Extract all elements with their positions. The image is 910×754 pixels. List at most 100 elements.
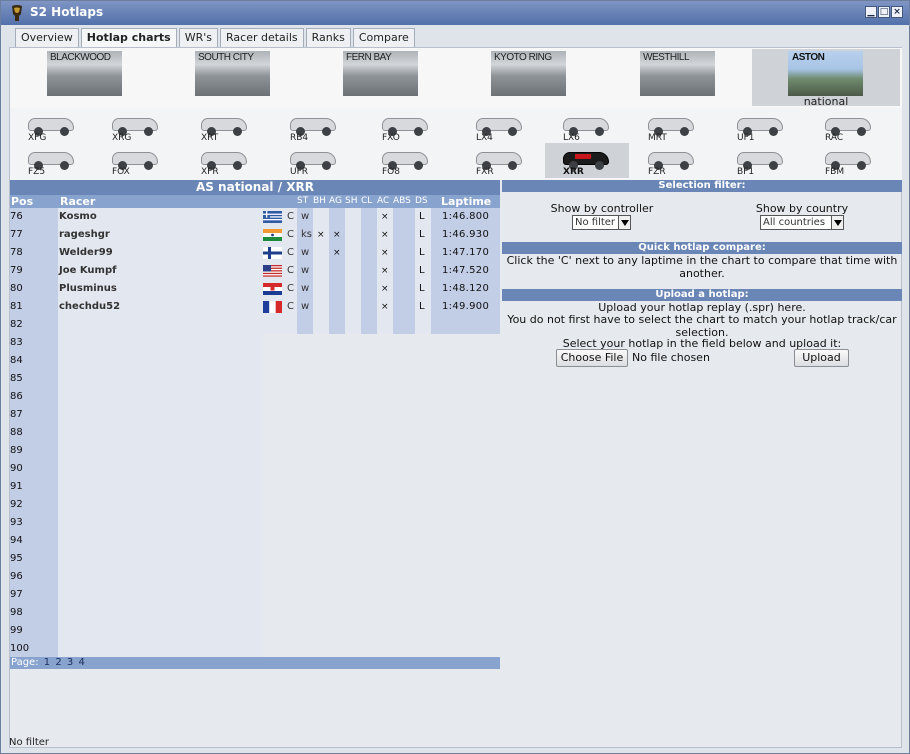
- row-pos: 76: [10, 211, 23, 222]
- main-content: BLACKWOOD SOUTH CITY FERN BAY KYOTO RING…: [9, 47, 902, 748]
- country-filter-select[interactable]: All countries: [760, 215, 844, 230]
- row-racer-link[interactable]: Kosmo: [59, 211, 97, 223]
- page-link-1[interactable]: 1: [44, 657, 50, 668]
- row-pos: 78: [10, 247, 23, 258]
- track-south-city[interactable]: SOUTH CITY: [158, 49, 306, 106]
- table-row: 90: [10, 460, 500, 478]
- car-fbm[interactable]: FBM: [807, 143, 891, 178]
- row-compare-link[interactable]: C: [287, 301, 294, 313]
- car-fxo[interactable]: FXO: [364, 109, 448, 144]
- chevron-down-icon: [618, 216, 630, 229]
- row-steering: w: [301, 283, 310, 294]
- table-row: 98: [10, 604, 500, 622]
- row-compare-link[interactable]: C: [287, 211, 294, 223]
- table-row: 84: [10, 352, 500, 370]
- car-label: UF1: [737, 133, 755, 143]
- car-rb4[interactable]: RB4: [272, 109, 356, 144]
- car-thumbnail: [26, 111, 76, 136]
- tab-racer-details[interactable]: Racer details: [220, 28, 304, 47]
- track-westhill[interactable]: WESTHILL: [603, 49, 751, 106]
- car-bf1[interactable]: BF1: [719, 143, 803, 178]
- table-row: 93: [10, 514, 500, 532]
- page-link-4[interactable]: 4: [78, 657, 84, 668]
- car-thumbnail: [735, 145, 785, 170]
- car-fo8[interactable]: FO8: [364, 143, 448, 178]
- table-row: 86: [10, 388, 500, 406]
- row-racer-link[interactable]: Joe Kumpf: [59, 265, 116, 277]
- tab-compare[interactable]: Compare: [352, 28, 415, 47]
- car-mrt[interactable]: MRT: [630, 109, 714, 144]
- tab-overview[interactable]: Overview: [15, 28, 79, 47]
- car-label: BF1: [737, 167, 755, 177]
- maximize-icon[interactable]: □: [878, 6, 890, 18]
- car-xfr[interactable]: XFR: [183, 143, 267, 178]
- car-fxr[interactable]: FXR: [458, 143, 542, 178]
- track-name: WESTHILL: [643, 52, 690, 63]
- tab-ranks[interactable]: Ranks: [305, 28, 351, 47]
- row-ds: L: [419, 265, 425, 276]
- row-compare-link[interactable]: C: [287, 265, 294, 277]
- table-row: 83: [10, 334, 500, 352]
- car-uf1[interactable]: UF1: [719, 109, 803, 144]
- car-xrg[interactable]: XRG: [94, 109, 178, 144]
- car-label: FBM: [825, 167, 845, 177]
- row-laptime: 1:48.120: [442, 283, 490, 294]
- track-layout-label[interactable]: national: [752, 95, 900, 108]
- tab-hotlap-charts[interactable]: Hotlap charts: [80, 28, 177, 48]
- car-thumbnail: [735, 111, 785, 136]
- row-bh: ×: [317, 230, 325, 240]
- quick-compare-text: Click the 'C' next to any laptime in the…: [506, 254, 898, 280]
- car-fzr[interactable]: FZR: [630, 143, 714, 178]
- track-name: BLACKWOOD: [50, 52, 111, 63]
- row-laptime: 1:49.900: [442, 301, 490, 312]
- minimize-icon[interactable]: ▁: [865, 6, 877, 18]
- track-blackwood[interactable]: BLACKWOOD: [10, 49, 158, 106]
- car-fz5[interactable]: FZ5: [10, 143, 94, 178]
- track-fern-bay[interactable]: FERN BAY: [306, 49, 454, 106]
- car-lx4[interactable]: LX4: [458, 109, 542, 144]
- car-rac[interactable]: RAC: [807, 109, 891, 144]
- car-label: LX4: [476, 133, 493, 143]
- upload-button[interactable]: Upload: [794, 349, 849, 367]
- header-ds: DS: [415, 196, 428, 206]
- tab-wrs[interactable]: WR's: [178, 28, 219, 47]
- row-racer-link[interactable]: rageshgr: [59, 229, 110, 241]
- car-lx6[interactable]: LX6: [545, 109, 629, 144]
- row-pos: 86: [10, 391, 23, 402]
- row-ds: L: [419, 211, 425, 222]
- table-row: 89: [10, 442, 500, 460]
- row-compare-link[interactable]: C: [287, 229, 294, 241]
- page-link-3[interactable]: 3: [67, 657, 73, 668]
- row-pos: 85: [10, 373, 23, 384]
- row-compare-link[interactable]: C: [287, 247, 294, 259]
- track-aston[interactable]: ASTON national: [752, 49, 900, 108]
- car-fox[interactable]: FOX: [94, 143, 178, 178]
- row-pos: 79: [10, 265, 23, 276]
- page-link-2[interactable]: 2: [55, 657, 61, 668]
- car-thumbnail: [288, 111, 338, 136]
- row-racer-link[interactable]: Plusminus: [59, 283, 117, 295]
- window-title: S2 Hotlaps: [30, 5, 104, 19]
- row-pos: 87: [10, 409, 23, 420]
- row-compare-link[interactable]: C: [287, 283, 294, 295]
- choose-file-button[interactable]: Choose File: [556, 349, 628, 367]
- flag-france-icon: [263, 301, 282, 313]
- row-steering: w: [301, 211, 310, 222]
- row-racer-link[interactable]: Welder99: [59, 247, 113, 259]
- header-abs: ABS: [393, 196, 411, 206]
- car-xfg[interactable]: XFG: [10, 109, 94, 144]
- header-pos: Pos: [11, 195, 34, 208]
- car-xrt[interactable]: XRT: [183, 109, 267, 144]
- row-pos: 97: [10, 589, 23, 600]
- close-icon[interactable]: ×: [891, 6, 903, 18]
- track-kyoto-ring[interactable]: KYOTO RING: [454, 49, 602, 106]
- track-name: ASTON: [792, 52, 825, 63]
- car-label: XRR: [563, 167, 584, 177]
- car-xrr[interactable]: XRR: [545, 143, 629, 178]
- controller-filter-select[interactable]: No filter: [572, 215, 631, 230]
- chart-header: Pos Racer ST BH AG SH CL AC ABS DS Lapti…: [10, 195, 500, 208]
- table-row: 88: [10, 424, 500, 442]
- row-ds: L: [419, 247, 425, 258]
- row-racer-link[interactable]: chechdu52: [59, 301, 120, 313]
- car-ufr[interactable]: UFR: [272, 143, 356, 178]
